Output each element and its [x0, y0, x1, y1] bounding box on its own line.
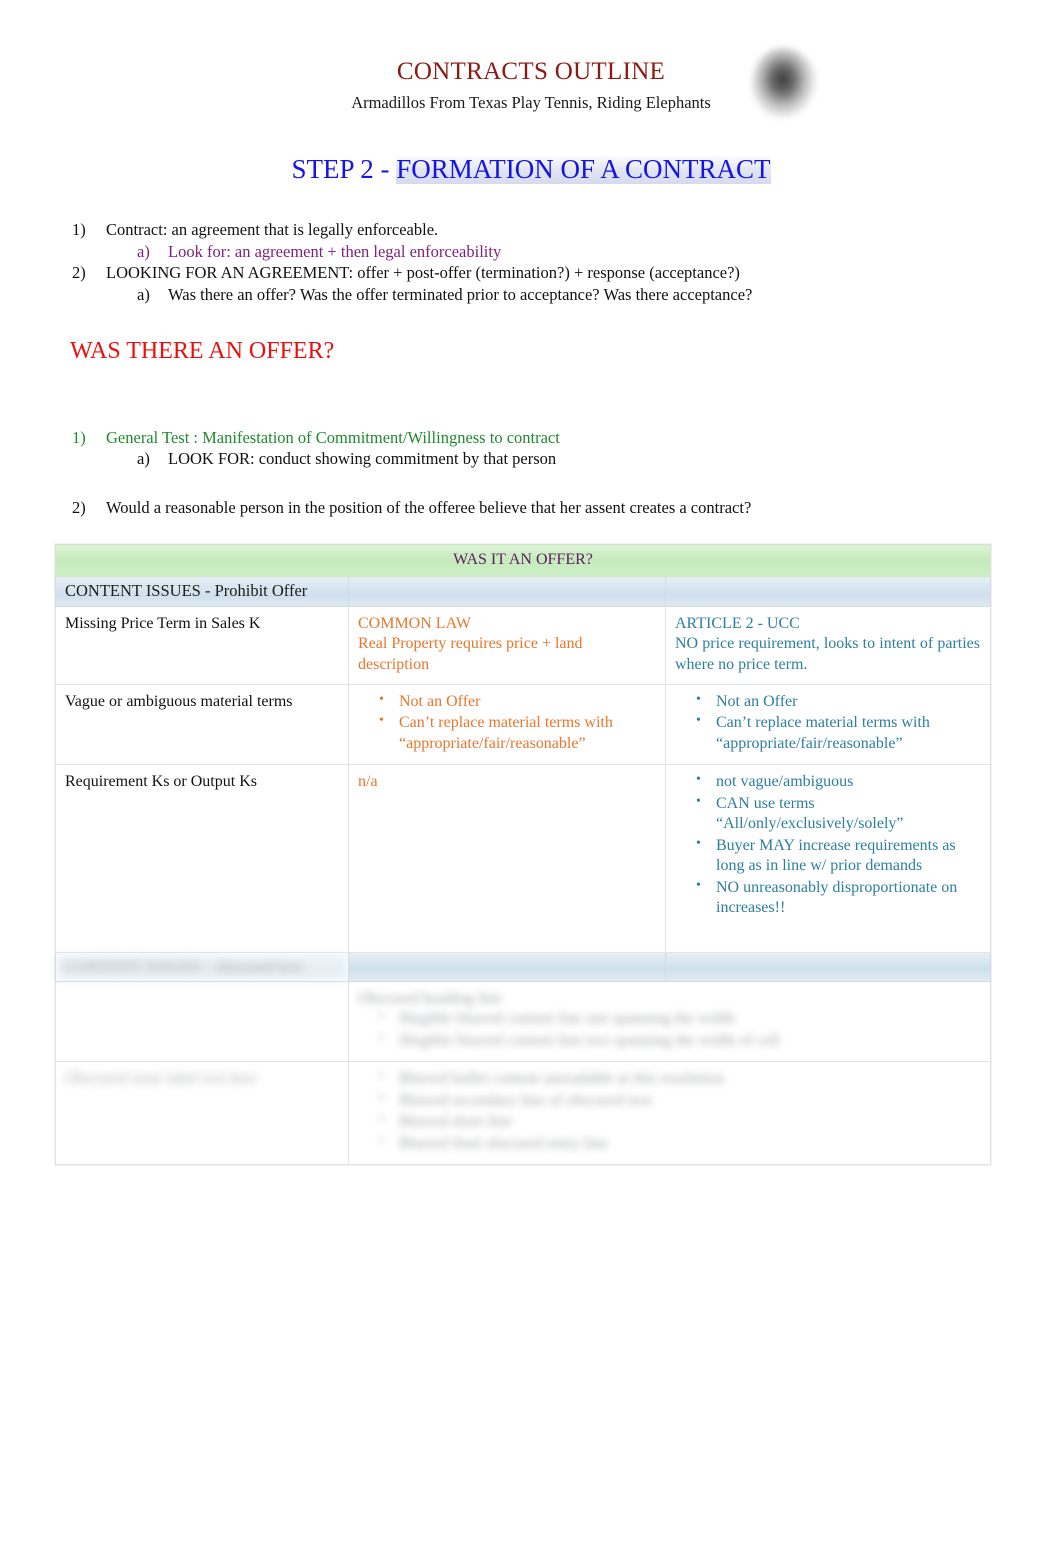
list-item: Blurred secondary line of obscured text [379, 1090, 980, 1111]
row-issue-label-blurred [55, 980, 349, 1063]
table-row: Requirement Ks or Output Ks n/a not vagu… [55, 764, 991, 953]
list-item: Illegible blurred content line one spann… [379, 1008, 980, 1029]
list-marker: 2) [72, 497, 86, 517]
table-section-spacer-blurred-common-law [348, 951, 666, 982]
document-subtitle: Armadillos From Texas Play Tennis, Ridin… [351, 92, 711, 112]
list-item: 1) Contract: an agreement that is legall… [72, 219, 1062, 240]
row-common-law-cell: Not an Offer Can’t replace material term… [348, 683, 666, 766]
cell-spacer [358, 793, 655, 943]
step-heading: STEP 2 - FORMATION OF A CONTRACT [0, 154, 1062, 185]
list-item: Can’t replace material terms with “appro… [379, 712, 655, 754]
outline-list-second: 1) General Test : Manifestation of Commi… [0, 427, 1062, 518]
list-marker: 1) [72, 427, 86, 447]
list-marker: 2) [72, 263, 86, 283]
row-common-law-cell: n/a [348, 764, 666, 953]
row-article-2-cell: ARTICLE 2 - UCC NO price requirement, lo… [665, 605, 991, 685]
row-issue-label-blurred: Obscured issue label text here [55, 1061, 349, 1166]
article-2-column-header: ARTICLE 2 - UCC [675, 614, 800, 632]
table-row: Vague or ambiguous material terms Not an… [55, 683, 991, 766]
table-section-row-content-issues: CONTENT ISSUES - Prohibit Offer [55, 576, 991, 607]
row-content-blurred: Blurred bullet content unreadable at thi… [348, 1061, 991, 1166]
row-article-2-cell: not vague/ambiguous CAN use terms “All/o… [665, 764, 991, 953]
row-issue-label: Missing Price Term in Sales K [55, 605, 349, 685]
row-issue-label: Vague or ambiguous material terms [55, 683, 349, 766]
table-section-spacer-blurred-article-2 [665, 951, 991, 982]
table-row-blurred: Obscured heading line Illegible blurred … [55, 980, 991, 1063]
list-item: Blurred final obscured entry line [379, 1133, 980, 1154]
table-section-spacer-article-2 [665, 576, 991, 607]
list-item: Not an Offer [696, 691, 980, 712]
article-2-bullet-list: not vague/ambiguous CAN use terms “All/o… [675, 771, 980, 919]
list-item: not vague/ambiguous [696, 771, 980, 792]
table-section-spacer-common-law [348, 576, 666, 607]
list-item: Can’t replace material terms with “appro… [696, 712, 980, 754]
list-item-text: LOOKING FOR AN AGREEMENT: offer + post-o… [106, 263, 740, 283]
list-item: 2) LOOKING FOR AN AGREEMENT: offer + pos… [72, 262, 1062, 283]
document-page: CONTRACTS OUTLINE Armadillos From Texas … [0, 0, 1062, 1561]
list-item: CAN use terms “All/only/exclusively/sole… [696, 793, 980, 835]
list-item: a) LOOK FOR: conduct showing commitment … [72, 448, 1062, 469]
list-item: Illegible blurred content line two spann… [379, 1030, 980, 1051]
list-marker: a) [137, 284, 150, 304]
list-item: 2) Would a reasonable person in the posi… [72, 497, 1062, 518]
list-item: Blurred short line [379, 1111, 980, 1132]
list-marker: a) [137, 241, 150, 261]
list-marker: 1) [72, 220, 86, 240]
table-banner-label: WAS IT AN OFFER? [55, 543, 991, 578]
table-row-blurred: Obscured issue label text here Blurred b… [55, 1061, 991, 1166]
page-title: CONTRACTS OUTLINE [396, 58, 666, 85]
table-section-row-blurred: CONTENT ISSUES - obscured text [55, 951, 991, 982]
step-heading-prefix: STEP 2 - [291, 154, 397, 185]
outline-list-top: 1) Contract: an agreement that is legall… [0, 219, 1062, 305]
list-item-text: Contract: an agreement that is legally e… [106, 220, 439, 240]
row-common-law-cell: COMMON LAW Real Property requires price … [348, 605, 666, 685]
list-item: NO unreasonably disproportionate on incr… [696, 877, 980, 919]
list-marker: a) [137, 449, 150, 469]
list-item-text: Was there an offer? Was the offer termin… [168, 284, 753, 304]
table-row: Missing Price Term in Sales K COMMON LAW… [55, 605, 991, 685]
article-2-text: NO price requirement, looks to intent of… [675, 635, 980, 673]
article-2-bullet-list: Not an Offer Can’t replace material term… [675, 691, 980, 754]
common-law-text: Real Property requires price + land desc… [358, 635, 583, 673]
table-section-label: CONTENT ISSUES - Prohibit Offer [55, 576, 349, 607]
list-item: Blurred bullet content unreadable at thi… [379, 1068, 980, 1089]
row-content-blurred: Obscured heading line Illegible blurred … [348, 980, 991, 1063]
section-heading-offer: WAS THERE AN OFFER? [70, 338, 335, 365]
list-item: Buyer MAY increase requirements as long … [696, 835, 980, 877]
list-item: 1) General Test : Manifestation of Commi… [72, 427, 1062, 448]
list-item: Not an Offer [379, 691, 655, 712]
table-banner-row: WAS IT AN OFFER? [55, 543, 991, 578]
list-item-text: LOOK FOR: conduct showing commitment by … [168, 449, 557, 469]
offer-table-wrapper: WAS IT AN OFFER? CONTENT ISSUES - Prohib… [0, 543, 1062, 1166]
row-article-2-cell: Not an Offer Can’t replace material term… [665, 683, 991, 766]
common-law-column-header: COMMON LAW [358, 614, 471, 632]
list-item: a) Was there an offer? Was the offer ter… [72, 284, 1062, 305]
common-law-bullet-list: Not an Offer Can’t replace material term… [358, 691, 655, 754]
step-heading-highlight: FORMATION OF A CONTRACT [396, 154, 771, 185]
table-section-label-blurred: CONTENT ISSUES - obscured text [55, 951, 349, 982]
list-item-text: Would a reasonable person in the positio… [106, 497, 752, 517]
list-item-text: Look for: an agreement + then legal enfo… [168, 241, 502, 261]
list-item: a) Look for: an agreement + then legal e… [72, 241, 1062, 262]
row-issue-label: Requirement Ks or Output Ks [55, 764, 349, 953]
common-law-text: n/a [358, 773, 378, 791]
list-item-text: General Test : Manifestation of Commitme… [106, 427, 560, 447]
was-it-an-offer-table: WAS IT AN OFFER? CONTENT ISSUES - Prohib… [55, 543, 991, 1166]
document-header: CONTRACTS OUTLINE Armadillos From Texas … [0, 0, 1062, 118]
